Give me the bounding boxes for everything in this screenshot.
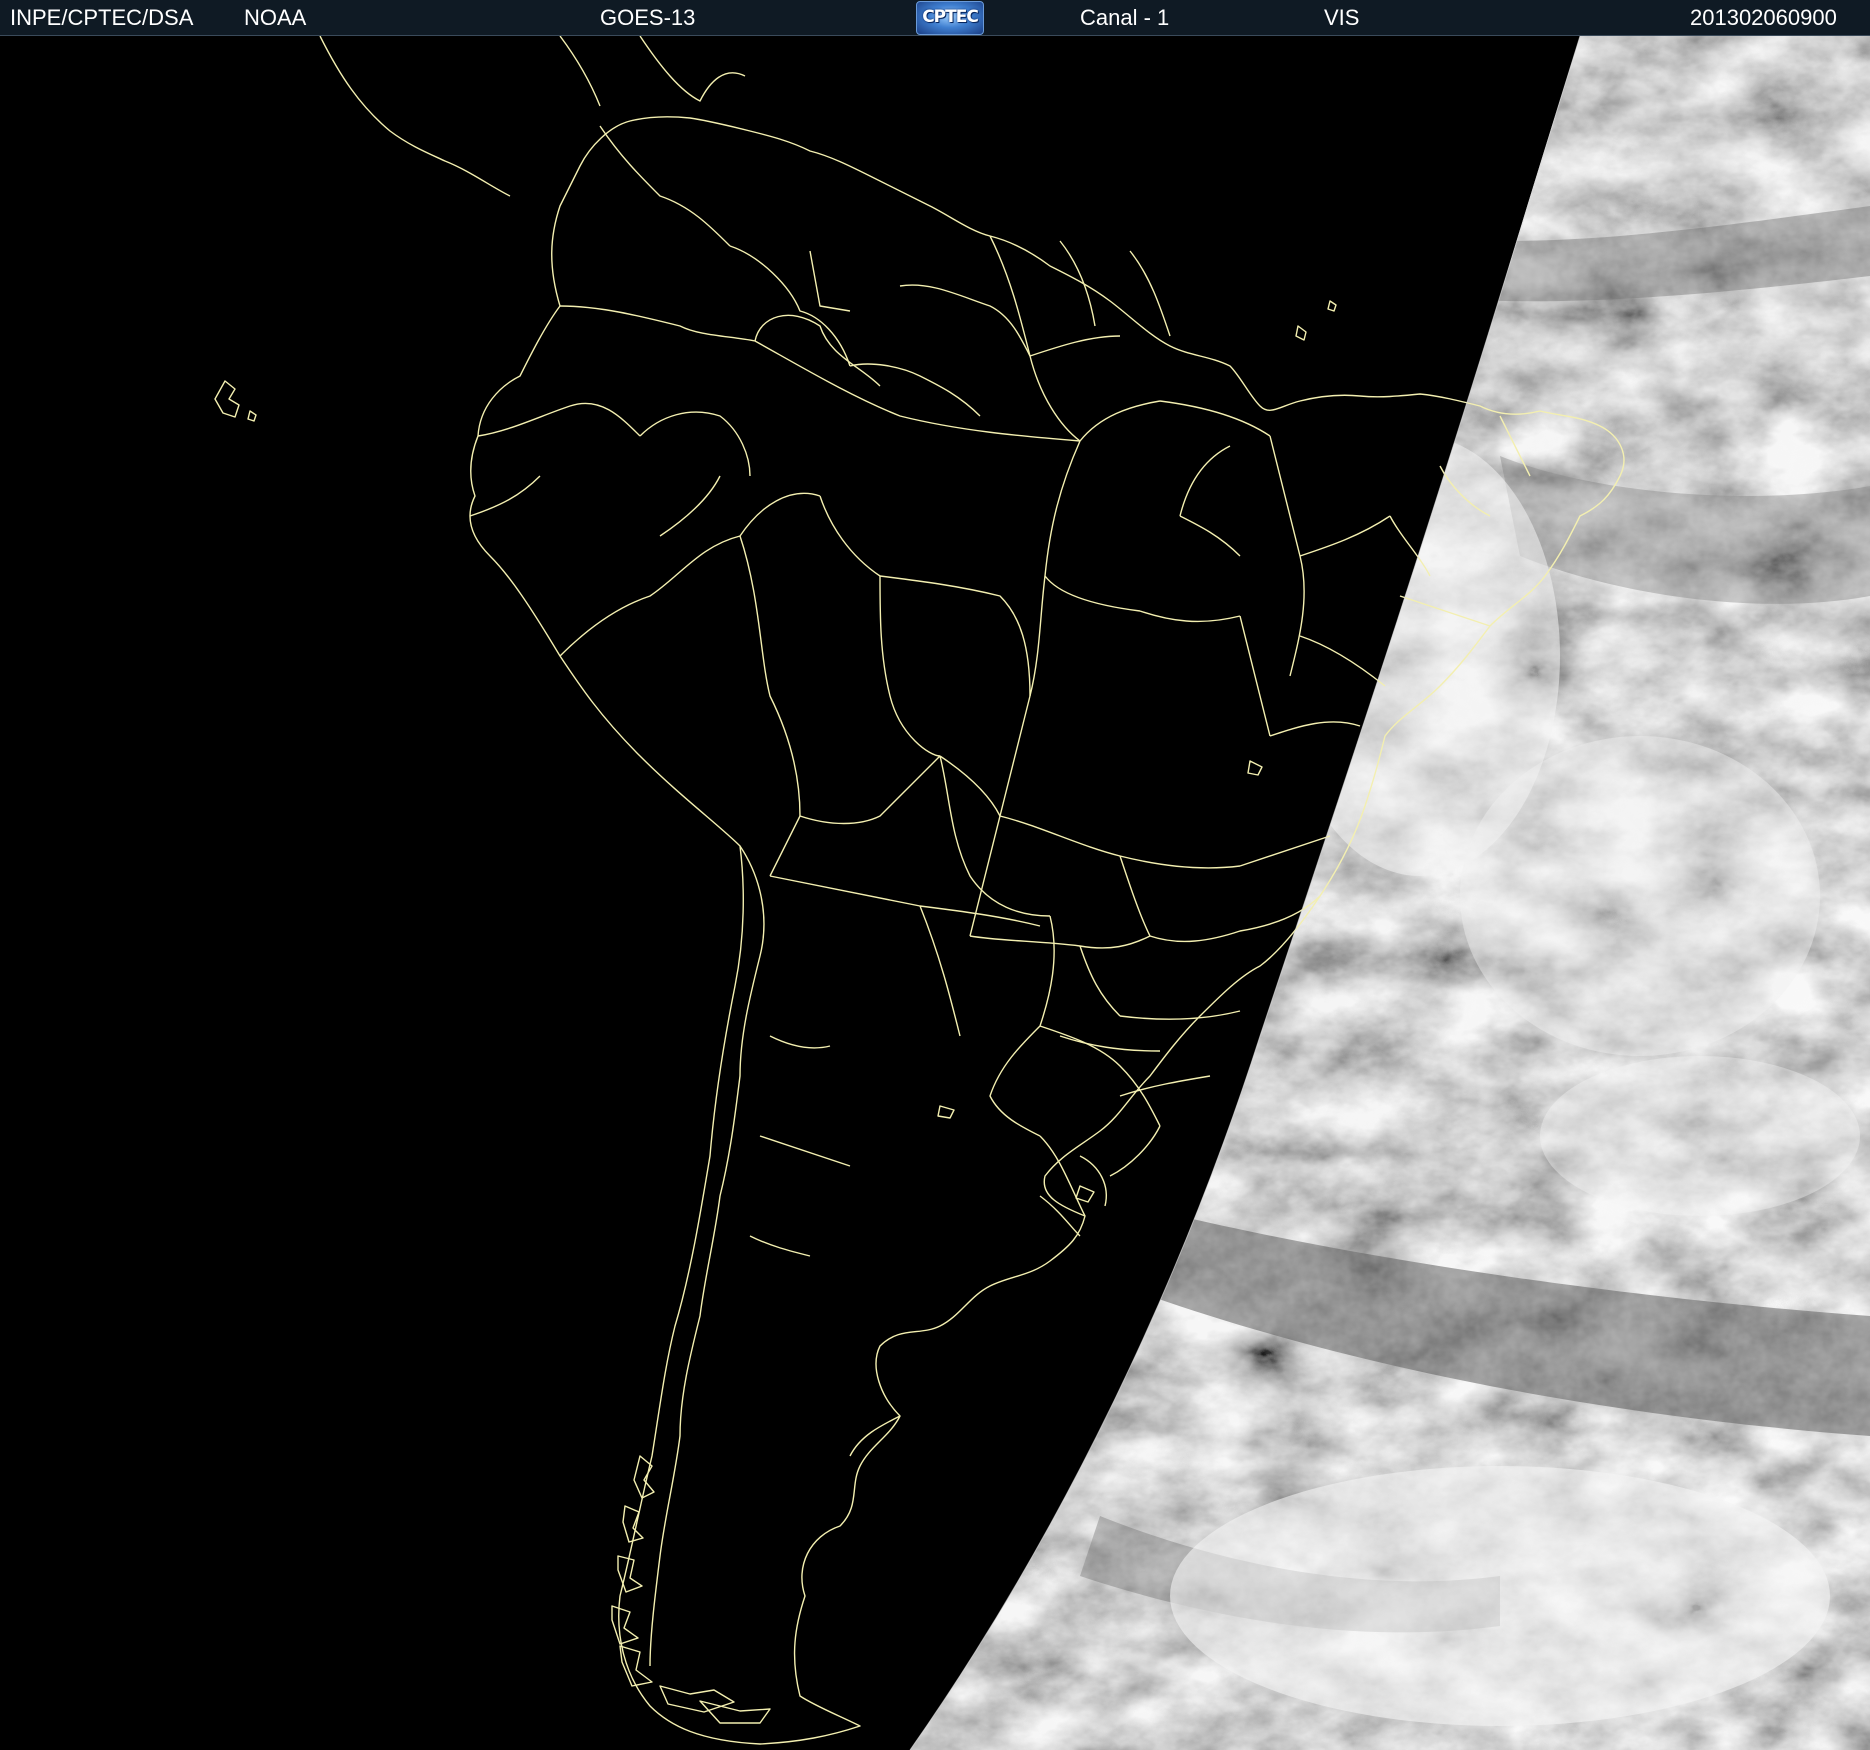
cptec-logo: CPTEC	[916, 1, 984, 35]
agency-label: INPE/CPTEC/DSA	[10, 5, 194, 30]
satellite-label: GOES-13	[600, 5, 696, 30]
band-label: VIS	[1324, 5, 1360, 30]
satellite-image	[0, 36, 1870, 1750]
satellite-map-svg	[0, 36, 1870, 1750]
channel-label: Canal - 1	[1080, 5, 1170, 30]
source-label: NOAA	[244, 5, 307, 30]
datetime-label: 201302060900	[1690, 5, 1837, 30]
image-header-bar: INPE/CPTEC/DSA NOAA GOES-13 CPTEC Canal …	[0, 0, 1870, 36]
